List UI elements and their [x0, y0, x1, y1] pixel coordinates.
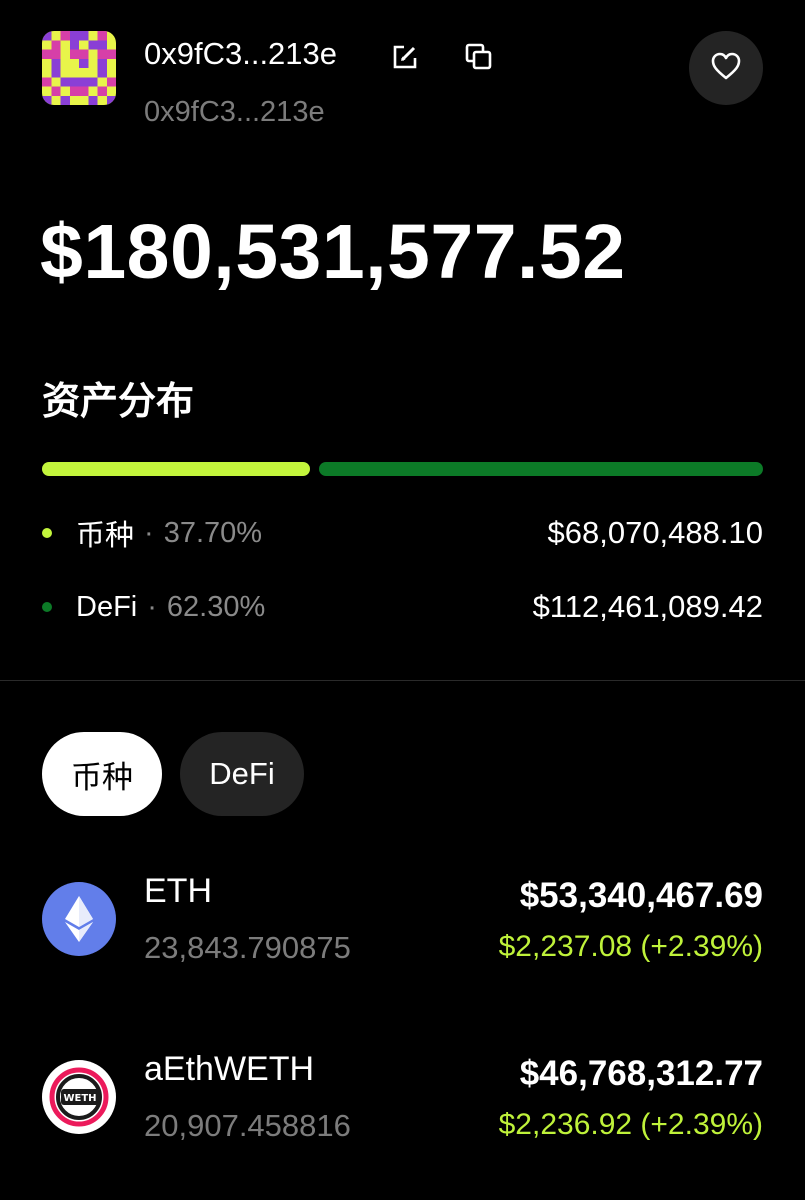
token-price-change: $2,237.08 (+2.39%) [498, 930, 763, 963]
token-name: ETH [144, 872, 212, 910]
legend-separator: · [147, 590, 157, 623]
distribution-bar-tokens [42, 462, 310, 476]
legend-value: $68,070,488.10 [547, 515, 764, 550]
weth-icon: WETH [42, 1060, 116, 1134]
legend-name: 币种 [76, 520, 135, 552]
wallet-address: 0x9fC3...213e [144, 36, 338, 71]
wallet-address-secondary: 0x9fC3...213e [144, 96, 325, 128]
legend-separator: · [144, 516, 154, 549]
token-amount: 23,843.790875 [144, 930, 351, 965]
token-value: $46,768,312.77 [519, 1054, 763, 1093]
tab-defi[interactable]: DeFi [180, 732, 304, 816]
edit-icon[interactable] [392, 44, 418, 70]
token-amount: 20,907.458816 [144, 1108, 351, 1143]
tab-tokens[interactable]: 币种 [42, 732, 162, 816]
wallet-avatar[interactable] [42, 31, 116, 105]
total-balance: $180,531,577.52 [40, 209, 626, 295]
heart-icon [710, 51, 742, 86]
legend-name: DeFi [76, 590, 138, 623]
legend-percent: 37.70% [163, 516, 263, 549]
legend-dot-tokens [42, 528, 52, 538]
ethereum-icon [42, 882, 116, 956]
legend-row-tokens: 币种 · 37.70% $68,070,488.10 [42, 513, 763, 553]
section-divider [0, 680, 805, 681]
legend-row-defi: DeFi · 62.30% $112,461,089.42 [42, 587, 763, 627]
copy-icon[interactable] [464, 42, 494, 72]
favorite-button[interactable] [689, 31, 763, 105]
token-name: aEthWETH [144, 1050, 315, 1088]
legend-value: $112,461,089.42 [532, 589, 763, 624]
token-price-change: $2,236.92 (+2.39%) [498, 1108, 763, 1141]
legend-dot-defi [42, 602, 52, 612]
section-title-distribution: 资产分布 [42, 381, 195, 423]
svg-text:WETH: WETH [63, 1093, 96, 1104]
legend-percent: 62.30% [166, 590, 266, 623]
token-value: $53,340,467.69 [519, 876, 763, 915]
distribution-bar-defi [319, 462, 763, 476]
